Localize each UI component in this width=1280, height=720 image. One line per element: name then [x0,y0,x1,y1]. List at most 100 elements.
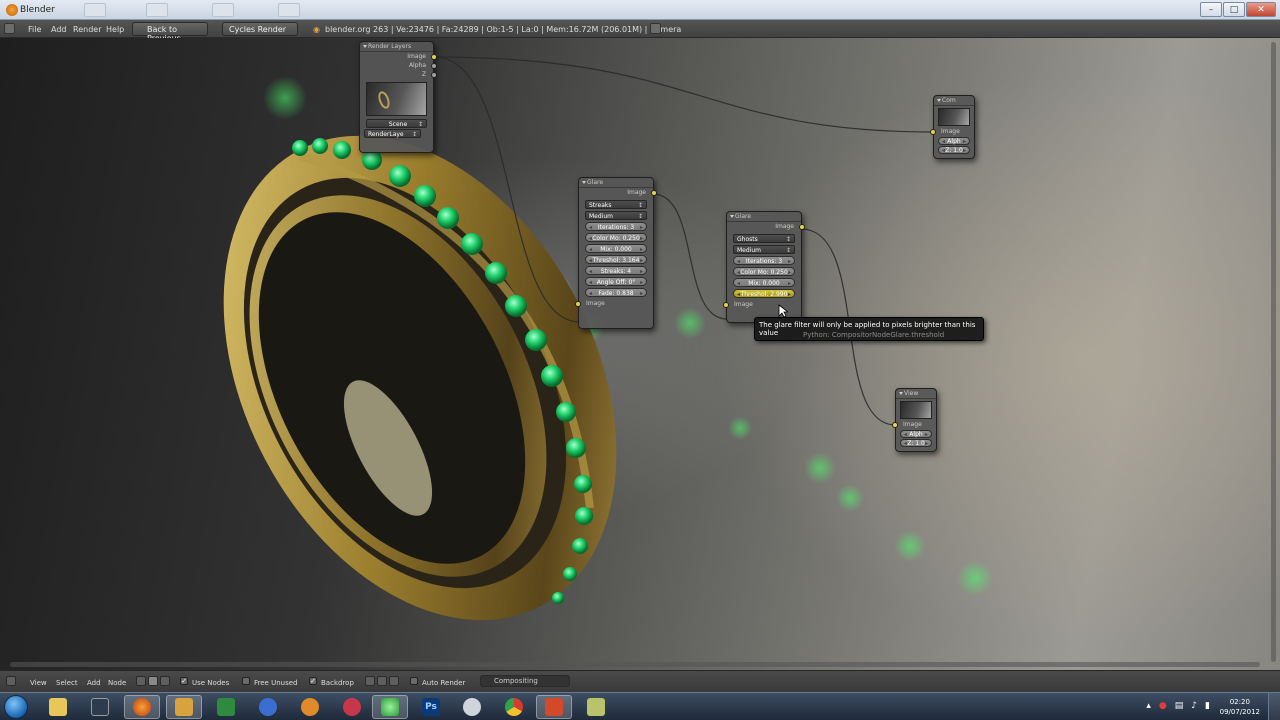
taskbar-photoshop[interactable]: Ps [413,695,449,719]
taskbar-explorer[interactable] [40,695,76,719]
use-nodes-checkbox[interactable]: ✓ [180,677,188,685]
free-unused-checkbox[interactable] [242,677,250,685]
output-socket[interactable] [651,190,657,196]
volume-icon[interactable]: ♪ [1191,701,1197,711]
backdrop-channels-icon[interactable] [365,676,375,686]
input-socket[interactable] [575,301,581,307]
back-to-previous-button[interactable]: Back to Previous [132,22,208,43]
mix-field[interactable]: Mix: 0.000 [733,278,795,288]
output-socket[interactable] [799,224,805,230]
glare-node-streaks[interactable]: Glare Image Streaks Medium Iterations: 3… [575,177,657,329]
shader-tree-icon[interactable] [136,676,146,686]
close-button[interactable]: ✕ [1246,2,1276,17]
socket-label: Image [903,421,922,428]
backdrop-checkbox[interactable]: ✓ [309,677,317,685]
node-tree-field[interactable]: Compositing [480,675,570,687]
color-mod-field[interactable]: Color Mo: 0.250 [733,267,795,277]
tray-app-icon[interactable]: ● [1159,701,1167,711]
app-icon [259,698,277,716]
render-engine-select[interactable]: Cycles Render [222,22,298,36]
alpha-field[interactable]: Alph [938,137,970,146]
mix-field[interactable]: Mix: 0.000 [585,244,647,254]
power-icon[interactable]: ▮ [1205,701,1210,711]
network-icon[interactable]: ▤ [1175,701,1184,711]
menu-file[interactable]: File [28,25,41,34]
streaks-field[interactable]: Streaks: 4 [585,266,647,276]
iterations-field[interactable]: Iterations: 3 [585,222,647,232]
chrome-icon [505,698,523,716]
z-field[interactable]: Z: 1.0 [938,146,970,155]
taskbar-app[interactable] [578,695,614,719]
taskbar-app[interactable] [334,695,370,719]
screen-icon[interactable] [650,23,661,34]
output-socket[interactable] [431,54,437,60]
menu-view[interactable]: View [30,679,47,687]
menu-add[interactable]: Add [87,679,101,687]
tray-arrow-icon[interactable]: ▴ [1146,701,1151,711]
threshold-field[interactable]: Threshol: 2.990 [733,289,795,299]
system-clock[interactable]: 02:20 09/07/2012 [1220,697,1260,717]
node-preview-image [938,108,970,126]
auto-render-checkbox[interactable] [410,677,418,685]
output-socket-row: Image [727,222,805,232]
z-field[interactable]: Z: 1.0 [900,439,932,448]
taskbar-app[interactable] [454,695,490,719]
composite-node[interactable]: Com Image Alph Z: 1.0 [930,95,975,159]
output-socket[interactable] [431,72,437,78]
render-layers-node[interactable]: Render Layers Image Alpha Z Scene Render… [359,41,437,153]
taskbar-app[interactable] [166,695,202,719]
glare-type-select[interactable]: Ghosts [733,234,795,244]
menu-select[interactable]: Select [56,679,78,687]
taskbar-app[interactable] [536,695,572,719]
menu-help[interactable]: Help [106,25,124,34]
input-socket[interactable] [723,302,729,308]
backdrop-alpha-icon[interactable] [377,676,387,686]
taskbar-blender[interactable] [372,695,408,719]
node-title: Render Layers [360,42,433,52]
threshold-field[interactable]: Threshol: 3.164 [585,255,647,265]
show-desktop-button[interactable] [1268,693,1280,720]
node-editor-backdrop[interactable]: Render Layers Image Alpha Z Scene Render… [0,38,1280,670]
mouse-cursor-icon [778,304,788,318]
vertical-scrollbar[interactable] [1271,42,1276,662]
editor-type-icon[interactable] [4,23,15,34]
horizontal-scrollbar[interactable] [10,662,1260,667]
quality-select[interactable]: Medium [733,245,795,255]
alpha-field[interactable]: Alph [900,430,932,439]
iterations-field[interactable]: Iterations: 3 [733,256,795,266]
start-button[interactable] [4,695,28,719]
taskbar-app[interactable] [82,695,118,719]
fade-field[interactable]: Fade: 0.838 [585,288,647,298]
menu-node[interactable]: Node [108,679,126,687]
menu-add[interactable]: Add [51,25,67,34]
color-mod-field[interactable]: Color Mo: 0.250 [585,233,647,243]
taskbar-app[interactable] [250,695,286,719]
output-socket[interactable] [431,63,437,69]
input-socket[interactable] [930,129,936,135]
quality-select[interactable]: Medium [585,211,647,221]
taskbar-app[interactable] [292,695,328,719]
app-icon [175,698,193,716]
status-info: blender.org 263 | Ve:23476 | Fa:24289 | … [325,25,682,34]
angle-offset-field[interactable]: Angle Off: 0° [585,277,647,287]
viewer-node[interactable]: View Image Alph Z: 1.0 [892,388,937,452]
maximize-button[interactable]: □ [1223,2,1245,17]
input-socket[interactable] [892,422,898,428]
socket-label: Image [407,53,426,60]
menu-render[interactable]: Render [73,25,101,34]
output-socket-row: Alpha [360,61,437,70]
blender-window: Blender – □ ✕ File Add Render Help Back … [0,0,1280,720]
compositing-tree-icon[interactable] [148,676,158,686]
editor-type-icon[interactable] [6,676,16,686]
texture-tree-icon[interactable] [160,676,170,686]
glare-node-ghosts[interactable]: Glare Image Ghosts Medium Iterations: 3 … [723,211,805,323]
backdrop-zoom-icon[interactable] [389,676,399,686]
minimize-button[interactable]: – [1200,2,1222,17]
taskbar-chrome[interactable] [496,695,532,719]
scene-select[interactable]: Scene [366,119,427,129]
glare-type-select[interactable]: Streaks [585,200,647,210]
taskbar-firefox[interactable] [124,695,160,719]
render-layer-select[interactable]: RenderLaye [364,129,421,139]
app-icon [463,698,481,716]
taskbar-app[interactable] [208,695,244,719]
